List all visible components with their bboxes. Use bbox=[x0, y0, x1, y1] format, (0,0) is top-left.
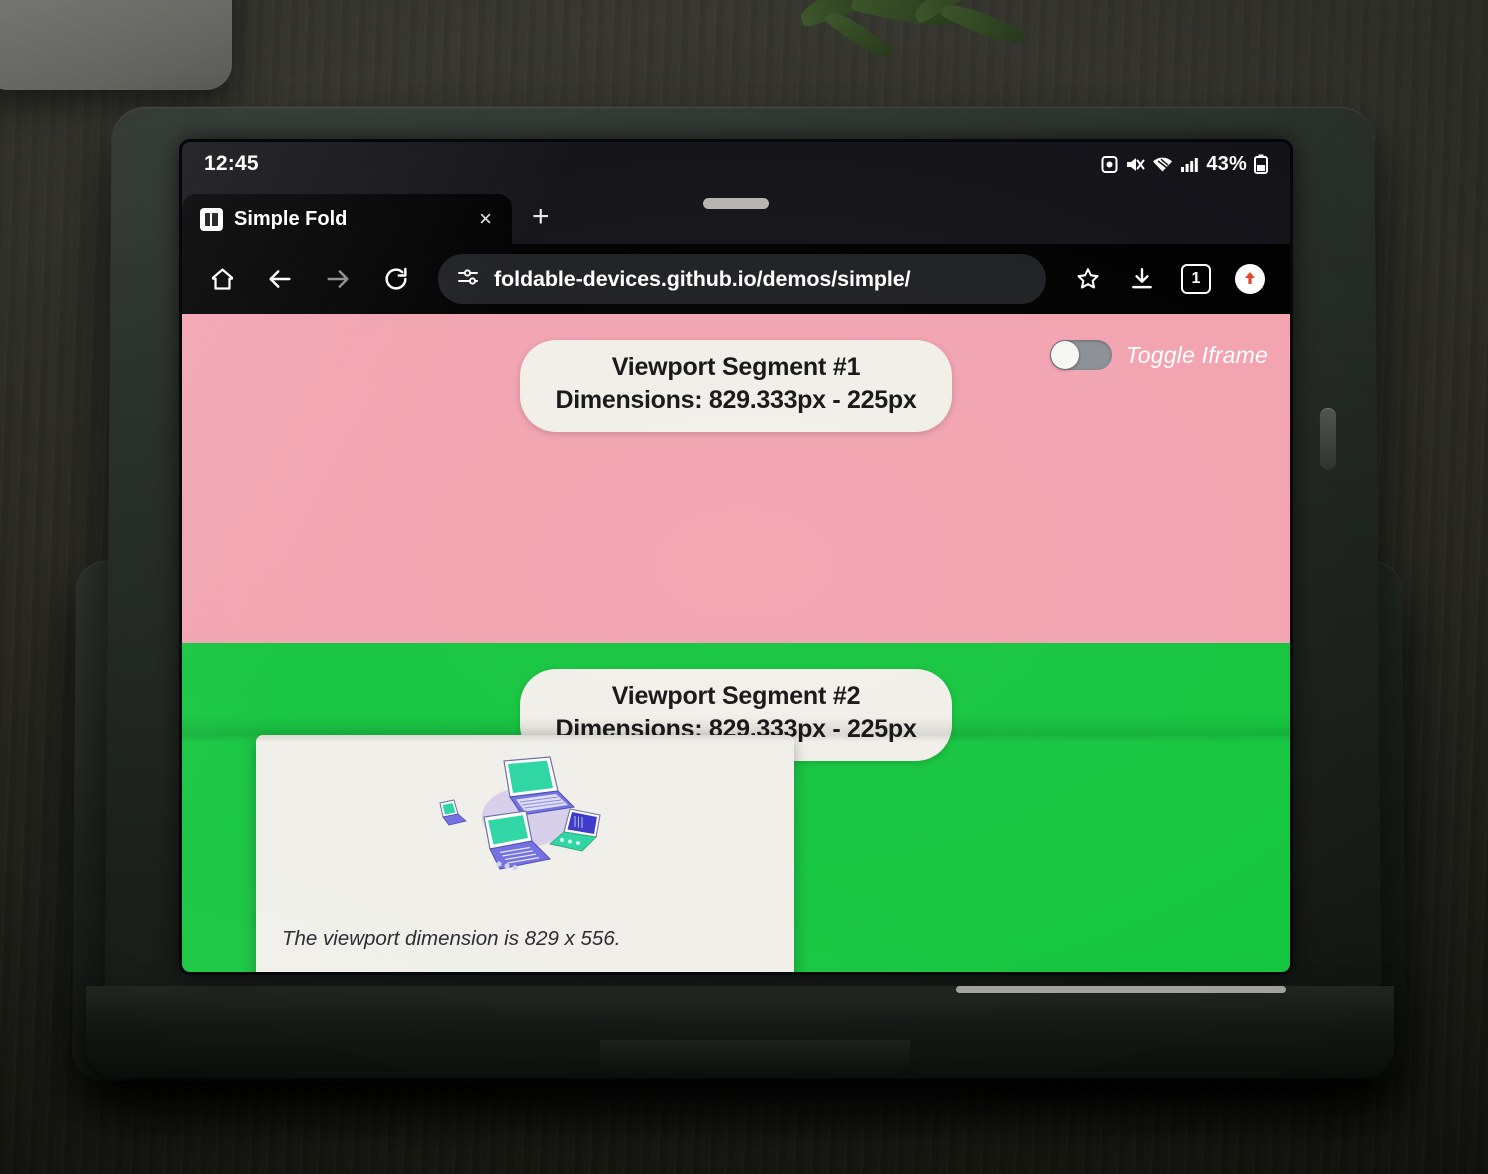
segment-1-title: Viewport Segment #1 bbox=[611, 353, 861, 381]
foldable-laptops-illustration bbox=[430, 751, 620, 891]
profile-avatar-icon[interactable] bbox=[1224, 253, 1276, 305]
embedded-iframe-card[interactable]: The viewport dimension is 829 x 556. The… bbox=[256, 735, 794, 972]
download-icon[interactable] bbox=[1116, 253, 1168, 305]
star-icon[interactable] bbox=[1062, 253, 1114, 305]
viewport-segment-2: Viewport Segment #2 Dimensions: 829.333p… bbox=[182, 643, 1290, 972]
tab-title: Simple Fold bbox=[234, 207, 348, 230]
tune-icon[interactable] bbox=[456, 265, 480, 294]
wifi-icon bbox=[1152, 155, 1173, 174]
chrome-toolbar: foldable-devices.github.io/demos/simple/… bbox=[182, 244, 1290, 314]
tab-switcher-button[interactable]: 1 bbox=[1170, 253, 1222, 305]
web-page-content: Viewport Segment #1 Dimensions: 829.333p… bbox=[182, 314, 1290, 972]
screenshot-stage: 12:45 43% Simple Fold × + foldable-devic… bbox=[0, 0, 1488, 1174]
close-icon[interactable]: × bbox=[475, 208, 496, 230]
omnibox[interactable]: foldable-devices.github.io/demos/simple/ bbox=[438, 254, 1046, 304]
reload-icon[interactable] bbox=[370, 253, 422, 305]
viewport-segment-1: Viewport Segment #1 Dimensions: 829.333p… bbox=[182, 314, 1290, 643]
power-button[interactable] bbox=[1320, 408, 1336, 470]
mute-icon bbox=[1125, 155, 1145, 174]
forward-arrow-icon[interactable] bbox=[312, 253, 364, 305]
mug-prop bbox=[0, 0, 232, 90]
battery-icon bbox=[1254, 154, 1268, 174]
segment-1-card: Viewport Segment #1 Dimensions: 829.333p… bbox=[519, 340, 953, 432]
toggle-iframe-switch[interactable] bbox=[1049, 340, 1112, 370]
new-tab-button[interactable]: + bbox=[512, 202, 568, 244]
device-case-notch bbox=[600, 1040, 910, 1074]
iframe-viewport-text: The viewport dimension is 829 x 556. bbox=[282, 927, 621, 950]
navigation-gesture-bar[interactable] bbox=[956, 986, 1286, 993]
status-bar-clock: 12:45 bbox=[204, 152, 259, 175]
segment-1-dimensions: Dimensions: 829.333px - 225px bbox=[555, 386, 917, 414]
foldable-device-icon bbox=[200, 207, 223, 231]
device-screen: 12:45 43% Simple Fold × + foldable-devic… bbox=[182, 142, 1290, 972]
plant-prop bbox=[768, 0, 1068, 98]
front-camera-pill bbox=[703, 198, 769, 209]
toolbar-right-actions: 1 bbox=[1062, 253, 1276, 305]
cellular-signal-icon bbox=[1180, 155, 1199, 174]
toggle-knob bbox=[1050, 341, 1079, 369]
toggle-iframe-label: Toggle Iframe bbox=[1125, 341, 1268, 368]
segment-2-title: Viewport Segment #2 bbox=[611, 682, 861, 710]
screen-record-icon bbox=[1101, 155, 1118, 174]
tab-count-label: 1 bbox=[1181, 264, 1211, 294]
android-status-bar: 12:45 43% bbox=[182, 142, 1290, 186]
home-icon[interactable] bbox=[196, 253, 248, 305]
chrome-tab-strip: Simple Fold × + bbox=[182, 186, 1290, 244]
status-bar-icons: 43% bbox=[1101, 153, 1268, 176]
browser-tab[interactable]: Simple Fold × bbox=[182, 194, 512, 244]
battery-percent-label: 43% bbox=[1206, 152, 1247, 175]
url-text: foldable-devices.github.io/demos/simple/ bbox=[494, 266, 911, 291]
back-arrow-icon[interactable] bbox=[254, 253, 306, 305]
toggle-iframe-control[interactable]: Toggle Iframe bbox=[1049, 340, 1268, 370]
